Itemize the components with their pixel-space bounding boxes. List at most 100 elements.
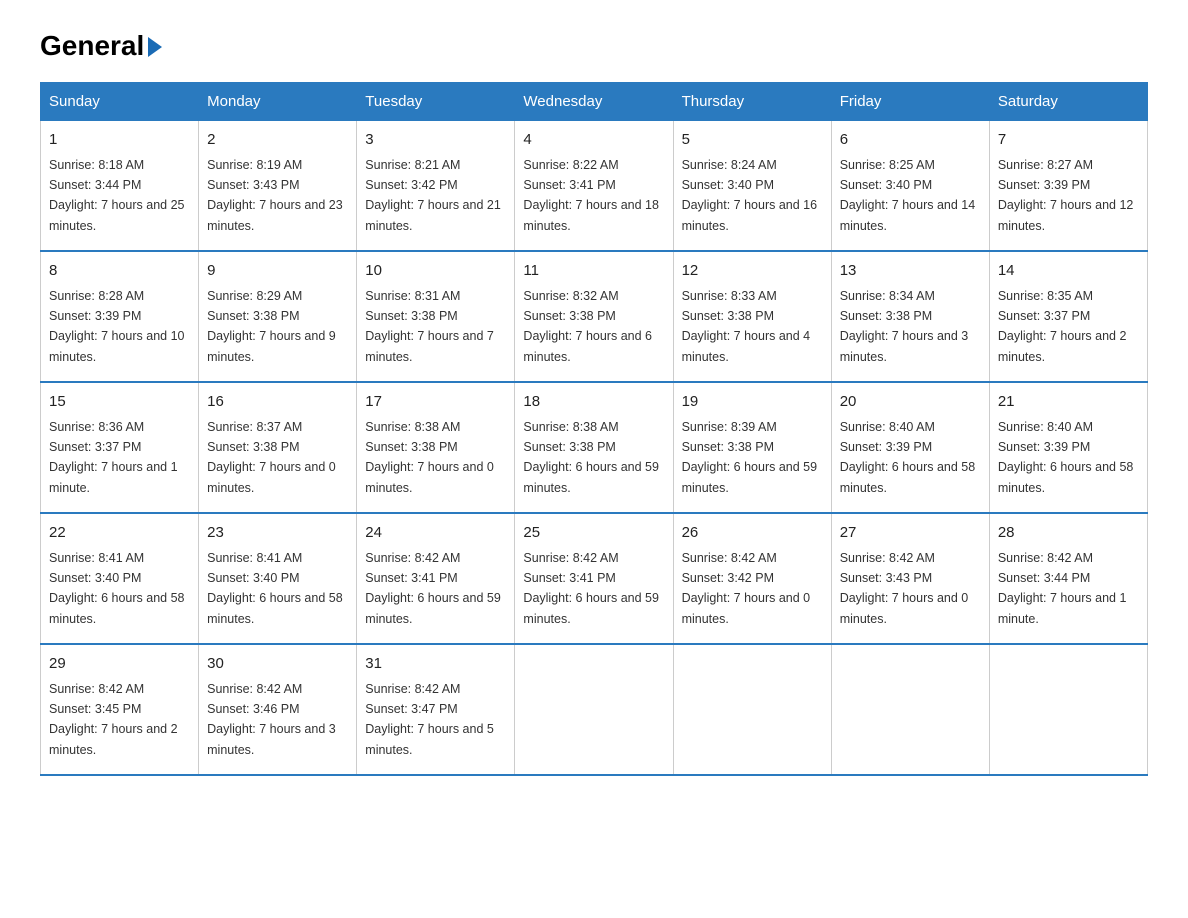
logo: General <box>40 30 162 62</box>
day-number: 7 <box>998 129 1139 152</box>
day-number: 29 <box>49 653 190 676</box>
calendar-cell <box>831 644 989 775</box>
day-info: Sunrise: 8:41 AMSunset: 3:40 PMDaylight:… <box>207 551 343 626</box>
day-info: Sunrise: 8:18 AMSunset: 3:44 PMDaylight:… <box>49 158 185 233</box>
week-row-4: 22 Sunrise: 8:41 AMSunset: 3:40 PMDaylig… <box>41 513 1148 644</box>
calendar-header-row: SundayMondayTuesdayWednesdayThursdayFrid… <box>41 83 1148 121</box>
day-number: 26 <box>682 522 823 545</box>
header-saturday: Saturday <box>989 83 1147 121</box>
day-number: 28 <box>998 522 1139 545</box>
day-number: 20 <box>840 391 981 414</box>
calendar-cell: 17 Sunrise: 8:38 AMSunset: 3:38 PMDaylig… <box>357 382 515 513</box>
calendar-cell: 18 Sunrise: 8:38 AMSunset: 3:38 PMDaylig… <box>515 382 673 513</box>
day-number: 19 <box>682 391 823 414</box>
day-info: Sunrise: 8:21 AMSunset: 3:42 PMDaylight:… <box>365 158 501 233</box>
calendar-cell: 5 Sunrise: 8:24 AMSunset: 3:40 PMDayligh… <box>673 121 831 252</box>
day-number: 12 <box>682 260 823 283</box>
calendar-cell: 2 Sunrise: 8:19 AMSunset: 3:43 PMDayligh… <box>199 121 357 252</box>
calendar-cell: 4 Sunrise: 8:22 AMSunset: 3:41 PMDayligh… <box>515 121 673 252</box>
calendar-cell: 10 Sunrise: 8:31 AMSunset: 3:38 PMDaylig… <box>357 251 515 382</box>
day-info: Sunrise: 8:37 AMSunset: 3:38 PMDaylight:… <box>207 420 336 495</box>
day-number: 30 <box>207 653 348 676</box>
day-info: Sunrise: 8:35 AMSunset: 3:37 PMDaylight:… <box>998 289 1127 364</box>
calendar-cell: 9 Sunrise: 8:29 AMSunset: 3:38 PMDayligh… <box>199 251 357 382</box>
day-number: 10 <box>365 260 506 283</box>
day-number: 8 <box>49 260 190 283</box>
header-thursday: Thursday <box>673 83 831 121</box>
calendar-cell: 25 Sunrise: 8:42 AMSunset: 3:41 PMDaylig… <box>515 513 673 644</box>
calendar-table: SundayMondayTuesdayWednesdayThursdayFrid… <box>40 82 1148 776</box>
day-number: 3 <box>365 129 506 152</box>
calendar-cell: 13 Sunrise: 8:34 AMSunset: 3:38 PMDaylig… <box>831 251 989 382</box>
day-info: Sunrise: 8:19 AMSunset: 3:43 PMDaylight:… <box>207 158 343 233</box>
day-number: 4 <box>523 129 664 152</box>
day-info: Sunrise: 8:25 AMSunset: 3:40 PMDaylight:… <box>840 158 976 233</box>
calendar-cell: 21 Sunrise: 8:40 AMSunset: 3:39 PMDaylig… <box>989 382 1147 513</box>
calendar-cell: 28 Sunrise: 8:42 AMSunset: 3:44 PMDaylig… <box>989 513 1147 644</box>
header-monday: Monday <box>199 83 357 121</box>
day-info: Sunrise: 8:40 AMSunset: 3:39 PMDaylight:… <box>840 420 976 495</box>
week-row-3: 15 Sunrise: 8:36 AMSunset: 3:37 PMDaylig… <box>41 382 1148 513</box>
day-info: Sunrise: 8:24 AMSunset: 3:40 PMDaylight:… <box>682 158 818 233</box>
week-row-1: 1 Sunrise: 8:18 AMSunset: 3:44 PMDayligh… <box>41 121 1148 252</box>
day-number: 9 <box>207 260 348 283</box>
day-number: 17 <box>365 391 506 414</box>
day-number: 5 <box>682 129 823 152</box>
day-info: Sunrise: 8:31 AMSunset: 3:38 PMDaylight:… <box>365 289 494 364</box>
day-number: 18 <box>523 391 664 414</box>
calendar-cell: 6 Sunrise: 8:25 AMSunset: 3:40 PMDayligh… <box>831 121 989 252</box>
header-friday: Friday <box>831 83 989 121</box>
calendar-cell: 8 Sunrise: 8:28 AMSunset: 3:39 PMDayligh… <box>41 251 199 382</box>
calendar-cell: 1 Sunrise: 8:18 AMSunset: 3:44 PMDayligh… <box>41 121 199 252</box>
day-info: Sunrise: 8:42 AMSunset: 3:43 PMDaylight:… <box>840 551 969 626</box>
week-row-2: 8 Sunrise: 8:28 AMSunset: 3:39 PMDayligh… <box>41 251 1148 382</box>
day-number: 2 <box>207 129 348 152</box>
calendar-cell: 19 Sunrise: 8:39 AMSunset: 3:38 PMDaylig… <box>673 382 831 513</box>
day-number: 23 <box>207 522 348 545</box>
day-number: 16 <box>207 391 348 414</box>
calendar-cell: 22 Sunrise: 8:41 AMSunset: 3:40 PMDaylig… <box>41 513 199 644</box>
calendar-cell: 11 Sunrise: 8:32 AMSunset: 3:38 PMDaylig… <box>515 251 673 382</box>
header-wednesday: Wednesday <box>515 83 673 121</box>
day-info: Sunrise: 8:42 AMSunset: 3:41 PMDaylight:… <box>523 551 659 626</box>
week-row-5: 29 Sunrise: 8:42 AMSunset: 3:45 PMDaylig… <box>41 644 1148 775</box>
day-info: Sunrise: 8:41 AMSunset: 3:40 PMDaylight:… <box>49 551 185 626</box>
day-info: Sunrise: 8:27 AMSunset: 3:39 PMDaylight:… <box>998 158 1134 233</box>
calendar-cell <box>515 644 673 775</box>
day-info: Sunrise: 8:42 AMSunset: 3:44 PMDaylight:… <box>998 551 1127 626</box>
day-number: 22 <box>49 522 190 545</box>
day-number: 15 <box>49 391 190 414</box>
calendar-cell: 30 Sunrise: 8:42 AMSunset: 3:46 PMDaylig… <box>199 644 357 775</box>
day-info: Sunrise: 8:34 AMSunset: 3:38 PMDaylight:… <box>840 289 969 364</box>
day-info: Sunrise: 8:29 AMSunset: 3:38 PMDaylight:… <box>207 289 336 364</box>
calendar-cell: 7 Sunrise: 8:27 AMSunset: 3:39 PMDayligh… <box>989 121 1147 252</box>
calendar-cell: 26 Sunrise: 8:42 AMSunset: 3:42 PMDaylig… <box>673 513 831 644</box>
day-info: Sunrise: 8:28 AMSunset: 3:39 PMDaylight:… <box>49 289 185 364</box>
calendar-cell <box>989 644 1147 775</box>
day-info: Sunrise: 8:32 AMSunset: 3:38 PMDaylight:… <box>523 289 652 364</box>
calendar-cell: 20 Sunrise: 8:40 AMSunset: 3:39 PMDaylig… <box>831 382 989 513</box>
day-info: Sunrise: 8:39 AMSunset: 3:38 PMDaylight:… <box>682 420 818 495</box>
logo-general-text: General <box>40 30 144 62</box>
calendar-cell: 16 Sunrise: 8:37 AMSunset: 3:38 PMDaylig… <box>199 382 357 513</box>
day-info: Sunrise: 8:38 AMSunset: 3:38 PMDaylight:… <box>365 420 494 495</box>
header-sunday: Sunday <box>41 83 199 121</box>
calendar-cell: 3 Sunrise: 8:21 AMSunset: 3:42 PMDayligh… <box>357 121 515 252</box>
day-info: Sunrise: 8:36 AMSunset: 3:37 PMDaylight:… <box>49 420 178 495</box>
logo-arrow-icon <box>148 37 162 57</box>
day-info: Sunrise: 8:42 AMSunset: 3:41 PMDaylight:… <box>365 551 501 626</box>
calendar-cell: 14 Sunrise: 8:35 AMSunset: 3:37 PMDaylig… <box>989 251 1147 382</box>
day-number: 21 <box>998 391 1139 414</box>
day-number: 14 <box>998 260 1139 283</box>
calendar-cell <box>673 644 831 775</box>
calendar-cell: 29 Sunrise: 8:42 AMSunset: 3:45 PMDaylig… <box>41 644 199 775</box>
calendar-cell: 31 Sunrise: 8:42 AMSunset: 3:47 PMDaylig… <box>357 644 515 775</box>
header-tuesday: Tuesday <box>357 83 515 121</box>
day-number: 31 <box>365 653 506 676</box>
calendar-cell: 15 Sunrise: 8:36 AMSunset: 3:37 PMDaylig… <box>41 382 199 513</box>
calendar-cell: 23 Sunrise: 8:41 AMSunset: 3:40 PMDaylig… <box>199 513 357 644</box>
day-info: Sunrise: 8:42 AMSunset: 3:46 PMDaylight:… <box>207 682 336 757</box>
day-number: 1 <box>49 129 190 152</box>
calendar-cell: 24 Sunrise: 8:42 AMSunset: 3:41 PMDaylig… <box>357 513 515 644</box>
day-info: Sunrise: 8:40 AMSunset: 3:39 PMDaylight:… <box>998 420 1134 495</box>
